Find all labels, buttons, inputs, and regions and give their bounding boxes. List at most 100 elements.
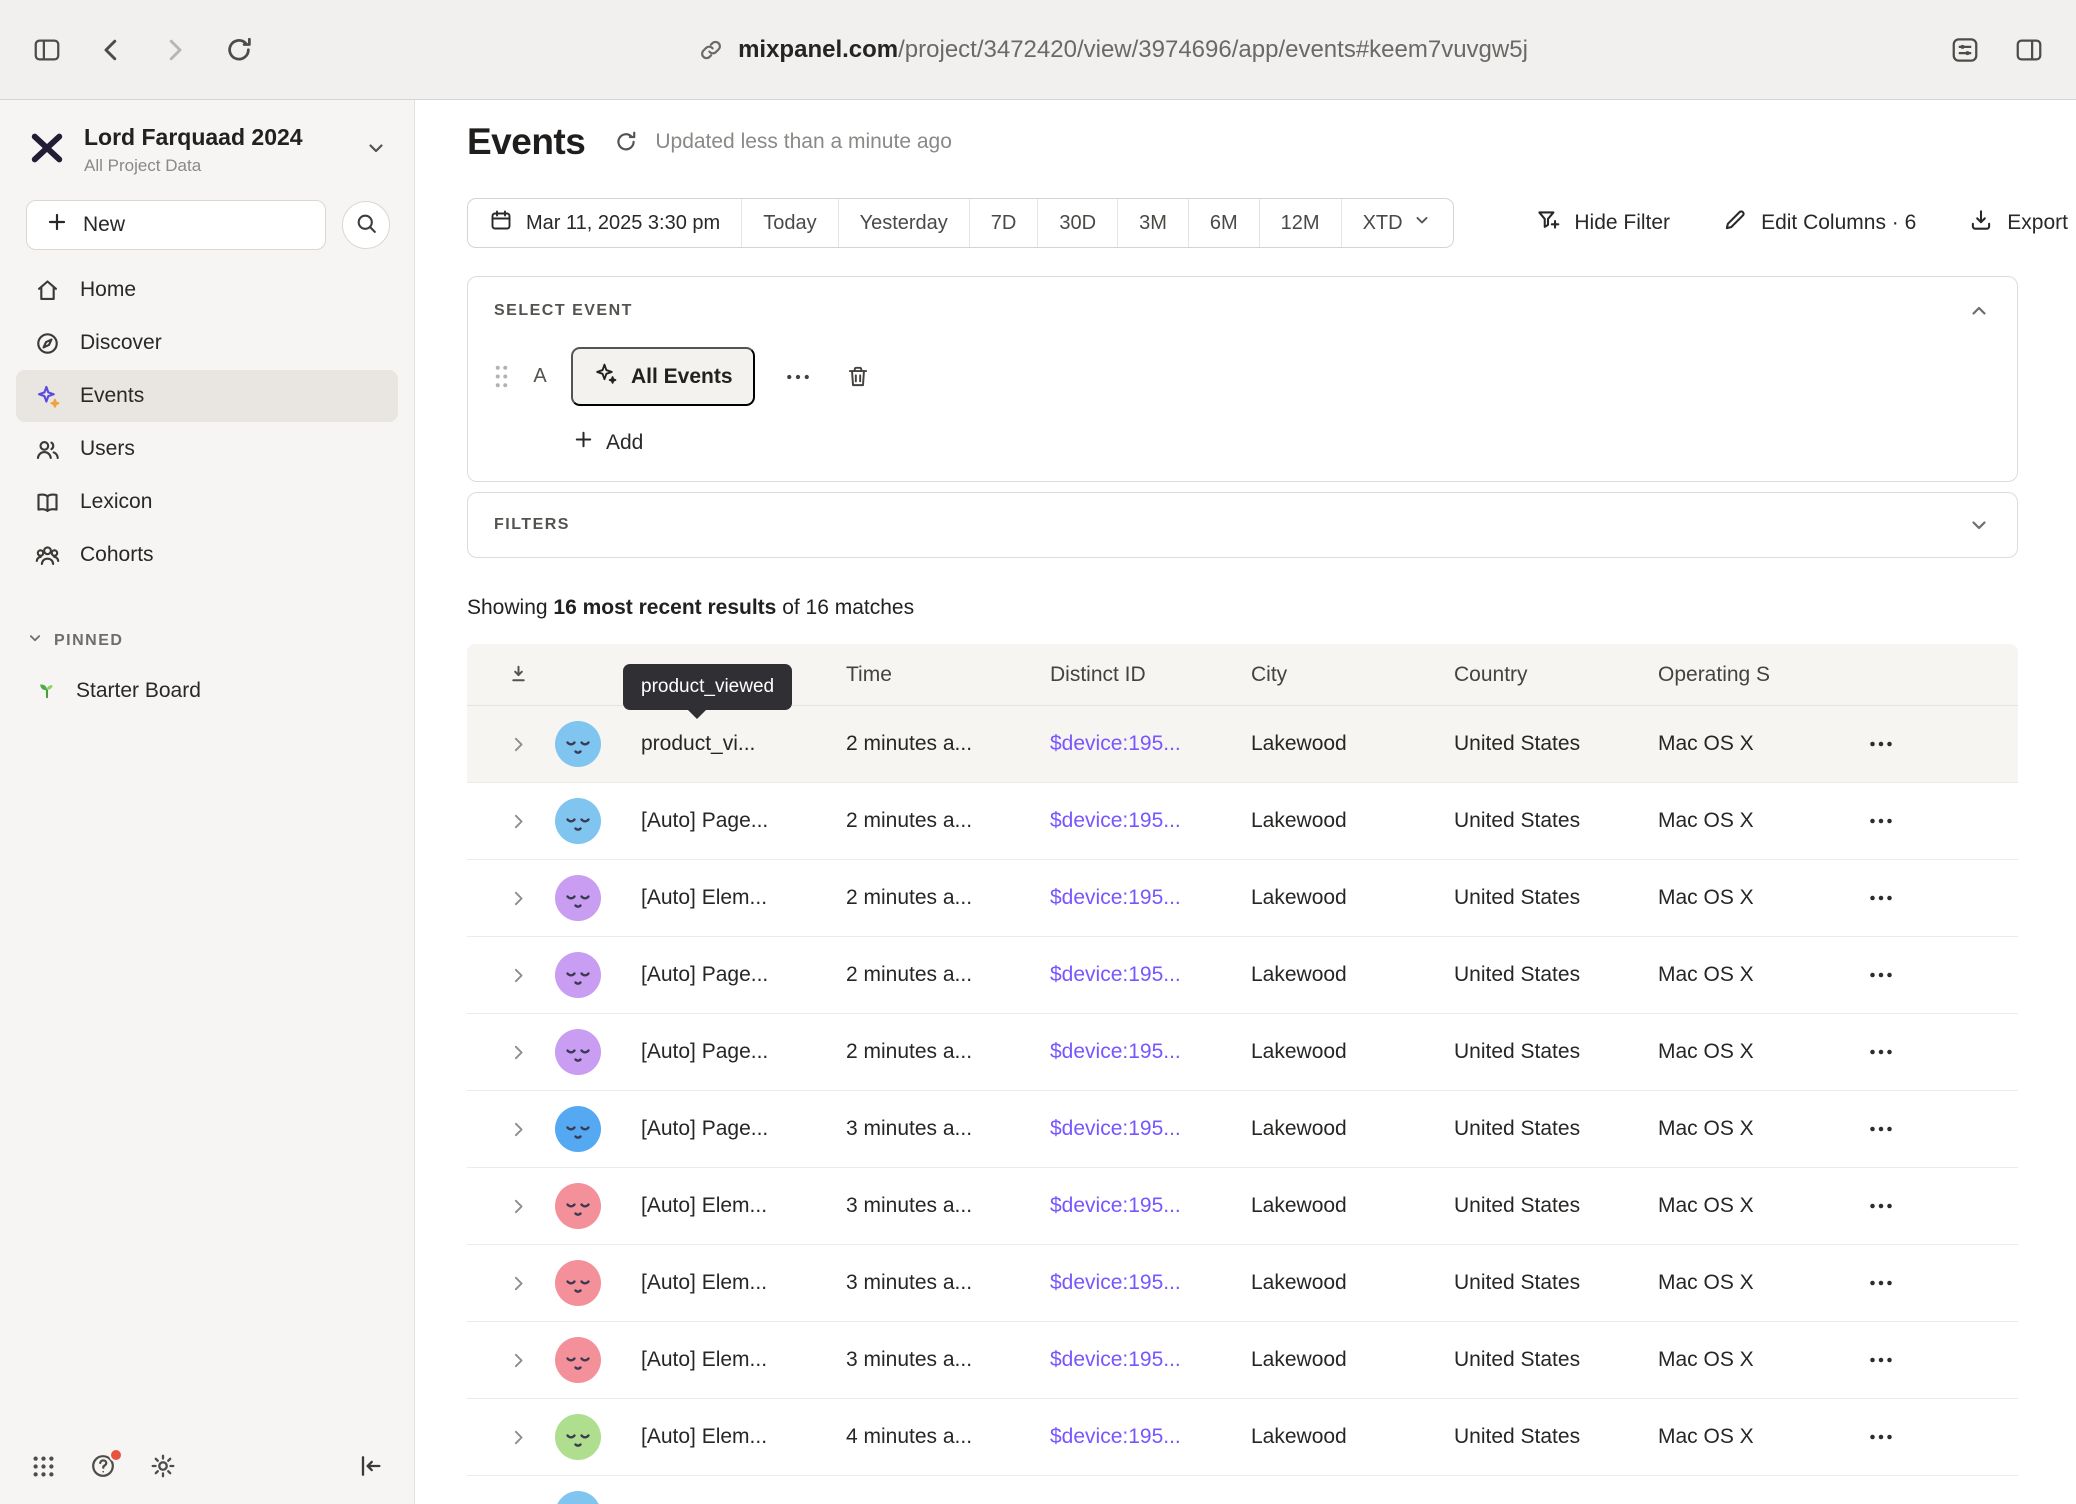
event-avatar	[555, 1491, 601, 1504]
distinct-id-link[interactable]: $device:195...	[1050, 1194, 1181, 1217]
filters-title: FILTERS	[494, 516, 570, 534]
row-expand-chevron-icon[interactable]	[467, 888, 551, 909]
add-event-button[interactable]: Add	[572, 428, 1991, 457]
distinct-id-link[interactable]: $device:195...	[1050, 1425, 1181, 1448]
row-expand-chevron-icon[interactable]	[467, 1427, 551, 1448]
apps-grid-icon[interactable]	[30, 1453, 57, 1480]
page-settings-icon[interactable]	[1950, 35, 1980, 65]
distinct-id-link[interactable]: $device:195...	[1050, 732, 1181, 755]
range-3m[interactable]: 3M	[1117, 199, 1188, 247]
row-menu-button[interactable]	[1858, 1343, 2018, 1377]
refresh-icon[interactable]	[613, 129, 639, 155]
date-picker[interactable]: Mar 11, 2025 3:30 pm	[468, 199, 741, 247]
range-yesterday[interactable]: Yesterday	[838, 199, 969, 247]
range-12m[interactable]: 12M	[1259, 199, 1341, 247]
row-menu-button[interactable]	[1858, 1112, 2018, 1146]
sidebar-item-users[interactable]: Users	[16, 423, 398, 475]
row-expand-chevron-icon[interactable]	[467, 734, 551, 755]
city-cell: Lakewood	[1251, 1271, 1454, 1295]
col-header-city[interactable]: City	[1251, 663, 1454, 687]
pinned-section-header[interactable]: PINNED	[0, 629, 414, 652]
event-time: 2 minutes a...	[846, 732, 1050, 756]
range-30d[interactable]: 30D	[1037, 199, 1117, 247]
project-switcher[interactable]: Lord Farquaad 2024 All Project Data	[0, 100, 414, 184]
browser-chrome: mixpanel.com/project/3472420/view/397469…	[0, 0, 2076, 100]
row-expand-chevron-icon[interactable]	[467, 965, 551, 986]
distinct-id-link[interactable]: $device:195...	[1050, 1271, 1181, 1294]
new-button[interactable]: New	[26, 200, 326, 250]
table-row[interactable]: [Auto] Page... 2 minutes a... $device:19…	[467, 783, 2018, 860]
city-cell: Lakewood	[1251, 1040, 1454, 1064]
collapse-all-icon[interactable]	[467, 662, 551, 687]
reload-icon[interactable]	[224, 35, 254, 65]
distinct-id-link[interactable]: $device:195...	[1050, 1348, 1181, 1371]
sidebar-item-home[interactable]: Home	[16, 264, 398, 316]
back-icon[interactable]	[96, 35, 126, 65]
sidebar-item-lexicon[interactable]: Lexicon	[16, 476, 398, 528]
range-7d[interactable]: 7D	[969, 199, 1038, 247]
table-row[interactable]: [Auto] Elem... 3 minutes a... $device:19…	[467, 1245, 2018, 1322]
sidebar-item-events[interactable]: Events	[16, 370, 398, 422]
sidebar-item-starter-board[interactable]: Starter Board	[16, 666, 398, 716]
table-row[interactable]: [Auto] Elem... 4 minutes a... $device:19…	[467, 1399, 2018, 1476]
table-row[interactable]: [Auto] Page... 2 minutes a... $device:19…	[467, 937, 2018, 1014]
col-header-country[interactable]: Country	[1454, 663, 1658, 687]
distinct-id-link[interactable]: $device:195...	[1050, 886, 1181, 909]
split-view-icon[interactable]	[2014, 35, 2044, 65]
row-menu-button[interactable]	[1858, 804, 2018, 838]
drag-handle-icon[interactable]	[494, 364, 509, 389]
sidebar-item-label: Cohorts	[80, 543, 154, 567]
edit-columns-button[interactable]: Edit Columns · 6	[1722, 207, 1916, 239]
col-header-distinct-id[interactable]: Distinct ID	[1050, 663, 1251, 687]
row-menu-button[interactable]	[1858, 1189, 2018, 1223]
distinct-id-link[interactable]: $device:195...	[1050, 1117, 1181, 1140]
range-xtd[interactable]: XTD	[1341, 199, 1453, 247]
hide-filter-button[interactable]: Hide Filter	[1535, 207, 1670, 239]
table-row[interactable]: [Auto] Elem... 3 minutes a... $device:19…	[467, 1168, 2018, 1245]
sidebar-item-discover[interactable]: Discover	[16, 317, 398, 369]
col-header-time[interactable]: Time	[846, 663, 1050, 687]
chevron-down-icon[interactable]	[1967, 513, 1991, 537]
event-selector-button[interactable]: All Events	[571, 347, 755, 406]
row-menu-button[interactable]	[1858, 958, 2018, 992]
sidebar-toggle-icon[interactable]	[32, 35, 62, 65]
search-button[interactable]	[342, 201, 390, 249]
row-expand-chevron-icon[interactable]	[467, 1196, 551, 1217]
row-menu-button[interactable]	[1858, 1420, 2018, 1454]
sidebar: Lord Farquaad 2024 All Project Data New	[0, 100, 415, 1504]
chevron-up-icon[interactable]	[1967, 299, 1991, 323]
address-bar[interactable]: mixpanel.com/project/3472420/view/397469…	[352, 36, 1874, 64]
range-today[interactable]: Today	[741, 199, 837, 247]
table-row[interactable]: [Auto] Page... 2 minutes a... $device:19…	[467, 1014, 2018, 1091]
row-menu-button[interactable]	[1858, 1035, 2018, 1069]
row-menu-button[interactable]	[1858, 1497, 2018, 1504]
more-options-icon[interactable]	[775, 362, 821, 392]
table-row[interactable]: [Auto] Page... 3 minutes a... $device:19…	[467, 1091, 2018, 1168]
row-menu-button[interactable]	[1858, 881, 2018, 915]
row-expand-chevron-icon[interactable]	[467, 1042, 551, 1063]
export-button[interactable]: Export	[1968, 207, 2068, 239]
table-row[interactable]	[467, 1476, 2018, 1504]
col-header-os[interactable]: Operating S	[1658, 663, 1858, 687]
table-row[interactable]: [Auto] Elem... 3 minutes a... $device:19…	[467, 1322, 2018, 1399]
row-expand-chevron-icon[interactable]	[467, 1273, 551, 1294]
trash-icon[interactable]	[845, 364, 871, 390]
row-expand-chevron-icon[interactable]	[467, 1119, 551, 1140]
distinct-id-link[interactable]: $device:195...	[1050, 963, 1181, 986]
collapse-sidebar-icon[interactable]	[356, 1452, 384, 1480]
table-row[interactable]: [Auto] Elem... 2 minutes a... $device:19…	[467, 860, 2018, 937]
os-cell: Mac OS X	[1658, 809, 1858, 833]
gear-icon[interactable]	[149, 1452, 177, 1480]
row-menu-button[interactable]	[1858, 727, 2018, 761]
row-expand-chevron-icon[interactable]	[467, 1350, 551, 1371]
distinct-id-link[interactable]: $device:195...	[1050, 1040, 1181, 1063]
row-menu-button[interactable]	[1858, 1266, 2018, 1300]
forward-icon[interactable]	[160, 35, 190, 65]
sidebar-item-cohorts[interactable]: Cohorts	[16, 529, 398, 581]
range-6m[interactable]: 6M	[1188, 199, 1259, 247]
event-name: [Auto] Elem...	[641, 1425, 846, 1449]
row-expand-chevron-icon[interactable]	[467, 811, 551, 832]
distinct-id-link[interactable]: $device:195...	[1050, 809, 1181, 832]
tooltip: product_viewed	[623, 664, 792, 710]
export-label: Export	[2007, 211, 2068, 235]
